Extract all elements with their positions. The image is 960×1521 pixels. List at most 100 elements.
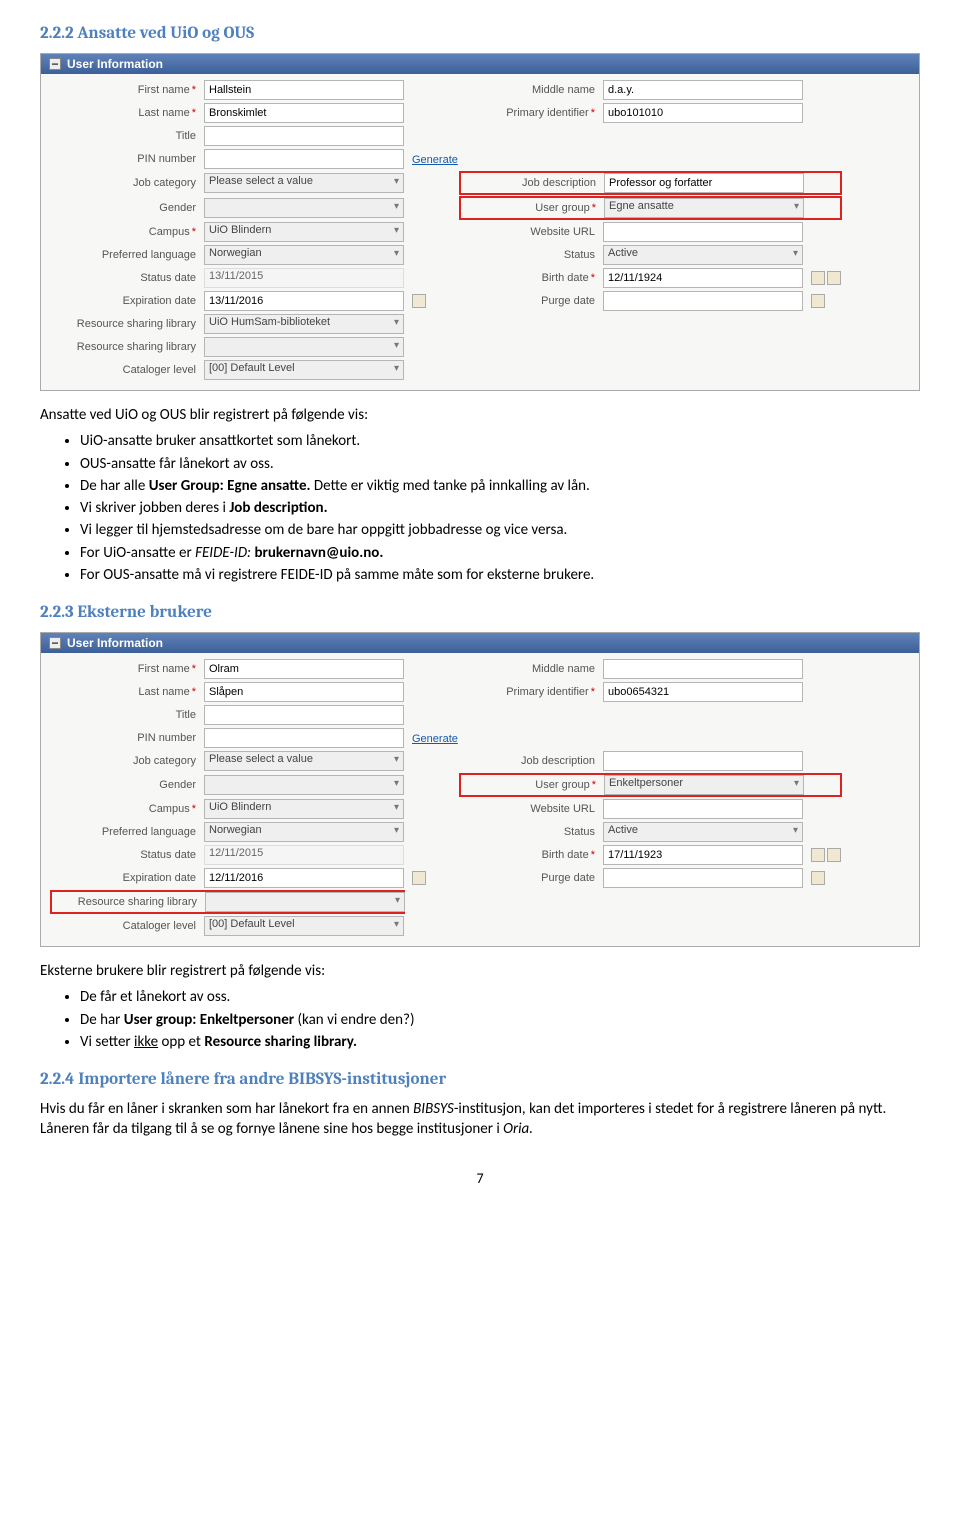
lbl-primary-id: Primary identifier: [460, 107, 595, 119]
lbl-campus: Campus: [51, 226, 196, 238]
pref-lang-select[interactable]: Norwegian: [204, 822, 404, 842]
status-date-value: 13/11/2015: [204, 268, 404, 288]
calendar-icon[interactable]: [412, 294, 426, 308]
primary-id-input[interactable]: [603, 103, 803, 123]
first-name-input[interactable]: [204, 80, 404, 100]
list-item: For OUS-ansatte må vi registrere FEIDE-I…: [80, 565, 920, 585]
list-item: UiO-ansatte bruker ansattkortet som låne…: [80, 431, 920, 451]
job-cat-select[interactable]: Please select a value: [204, 751, 404, 771]
job-desc-input[interactable]: [604, 173, 804, 193]
list-item: Vi setter ikke opp et Resource sharing l…: [80, 1032, 920, 1052]
user-group-select[interactable]: Egne ansatte: [604, 198, 804, 218]
exp-date-input[interactable]: [204, 291, 404, 311]
rsl-select-2[interactable]: [204, 337, 404, 357]
lbl-rsl: Resource sharing library: [51, 341, 196, 353]
collapse-icon[interactable]: −: [49, 58, 61, 70]
clear-icon[interactable]: [827, 848, 841, 862]
job-cat-select[interactable]: Please select a value: [204, 173, 404, 193]
lbl-status-date: Status date: [51, 272, 196, 284]
bullet-list-2: De får et lånekort av oss. De har User g…: [40, 987, 920, 1052]
title-input[interactable]: [204, 705, 404, 725]
status-select[interactable]: Active: [603, 822, 803, 842]
lbl-user-group: User group: [461, 202, 596, 214]
list-item: De har alle User Group: Egne ansatte. De…: [80, 476, 920, 496]
campus-select[interactable]: UiO Blindern: [204, 799, 404, 819]
clear-icon[interactable]: [827, 271, 841, 285]
lbl-job-desc: Job description: [461, 177, 596, 189]
lbl-pin: PIN number: [51, 153, 196, 165]
lbl-birth: Birth date: [460, 849, 595, 861]
heading-224: 2.2.4 Importere lånere fra andre BIBSYS-…: [40, 1070, 920, 1089]
title-input[interactable]: [204, 126, 404, 146]
website-input[interactable]: [603, 222, 803, 242]
list-item: OUS-ansatte får lånekort av oss.: [80, 454, 920, 474]
lbl-status-date: Status date: [51, 849, 196, 861]
middle-name-input[interactable]: [603, 659, 803, 679]
cat-level-select[interactable]: [00] Default Level: [204, 360, 404, 380]
purge-input[interactable]: [603, 868, 803, 888]
intro-text-2: Eksterne brukere blir registrert på følg…: [40, 961, 920, 981]
panel-header: − User Information: [41, 633, 919, 653]
lbl-cat-level: Cataloger level: [51, 920, 196, 932]
rsl-select[interactable]: [205, 892, 405, 912]
generate-link[interactable]: Generate: [412, 154, 458, 166]
panel-title: User Information: [67, 636, 163, 650]
calendar-icon[interactable]: [811, 271, 825, 285]
pin-input[interactable]: [204, 149, 404, 169]
lbl-birth: Birth date: [460, 272, 595, 284]
website-input[interactable]: [603, 799, 803, 819]
generate-link[interactable]: Generate: [412, 733, 458, 745]
lbl-pin: PIN number: [51, 732, 196, 744]
bullet-list-1: UiO-ansatte bruker ansattkortet som låne…: [40, 431, 920, 585]
cat-level-select[interactable]: [00] Default Level: [204, 916, 404, 936]
lbl-cat-level: Cataloger level: [51, 364, 196, 376]
exp-date-input[interactable]: [204, 868, 404, 888]
lbl-gender: Gender: [51, 202, 196, 214]
lbl-purge: Purge date: [460, 872, 595, 884]
lbl-job-cat: Job category: [51, 755, 196, 767]
panel-title: User Information: [67, 57, 163, 71]
lbl-website: Website URL: [460, 803, 595, 815]
gender-select[interactable]: [204, 198, 404, 218]
last-name-input[interactable]: [204, 682, 404, 702]
lbl-exp-date: Expiration date: [51, 295, 196, 307]
middle-name-input[interactable]: [603, 80, 803, 100]
lbl-middle: Middle name: [460, 84, 595, 96]
purge-input[interactable]: [603, 291, 803, 311]
calendar-icon[interactable]: [811, 294, 825, 308]
lbl-pref-lang: Preferred language: [51, 249, 196, 261]
import-paragraph: Hvis du får en låner i skranken som har …: [40, 1099, 920, 1140]
pref-lang-select[interactable]: Norwegian: [204, 245, 404, 265]
lbl-pref-lang: Preferred language: [51, 826, 196, 838]
user-group-select[interactable]: Enkeltpersoner: [604, 775, 804, 795]
lbl-status: Status: [460, 826, 595, 838]
birth-input[interactable]: [603, 845, 803, 865]
list-item: De får et lånekort av oss.: [80, 987, 920, 1007]
calendar-icon[interactable]: [811, 871, 825, 885]
status-select[interactable]: Active: [603, 245, 803, 265]
collapse-icon[interactable]: −: [49, 637, 61, 649]
lbl-middle: Middle name: [460, 663, 595, 675]
primary-id-input[interactable]: [603, 682, 803, 702]
calendar-icon[interactable]: [412, 871, 426, 885]
last-name-input[interactable]: [204, 103, 404, 123]
rsl-select-1[interactable]: UiO HumSam-biblioteket: [204, 314, 404, 334]
job-desc-input[interactable]: [603, 751, 803, 771]
heading-223: 2.2.3 Eksterne brukere: [40, 603, 920, 622]
lbl-primary-id: Primary identifier: [460, 686, 595, 698]
pin-input[interactable]: [204, 728, 404, 748]
user-info-panel-1: − User Information First name Middle nam…: [40, 53, 920, 391]
status-date-value: 12/11/2015: [204, 845, 404, 865]
calendar-icon[interactable]: [811, 848, 825, 862]
list-item: Vi legger til hjemstedsadresse om de bar…: [80, 520, 920, 540]
lbl-campus: Campus: [51, 803, 196, 815]
first-name-input[interactable]: [204, 659, 404, 679]
heading-222: 2.2.2 Ansatte ved UiO og OUS: [40, 24, 920, 43]
lbl-rsl: Resource sharing library: [51, 318, 196, 330]
birth-input[interactable]: [603, 268, 803, 288]
list-item: Vi skriver jobben deres i Job descriptio…: [80, 498, 920, 518]
campus-select[interactable]: UiO Blindern: [204, 222, 404, 242]
lbl-gender: Gender: [51, 779, 196, 791]
lbl-last-name: Last name: [51, 107, 196, 119]
gender-select[interactable]: [204, 775, 404, 795]
